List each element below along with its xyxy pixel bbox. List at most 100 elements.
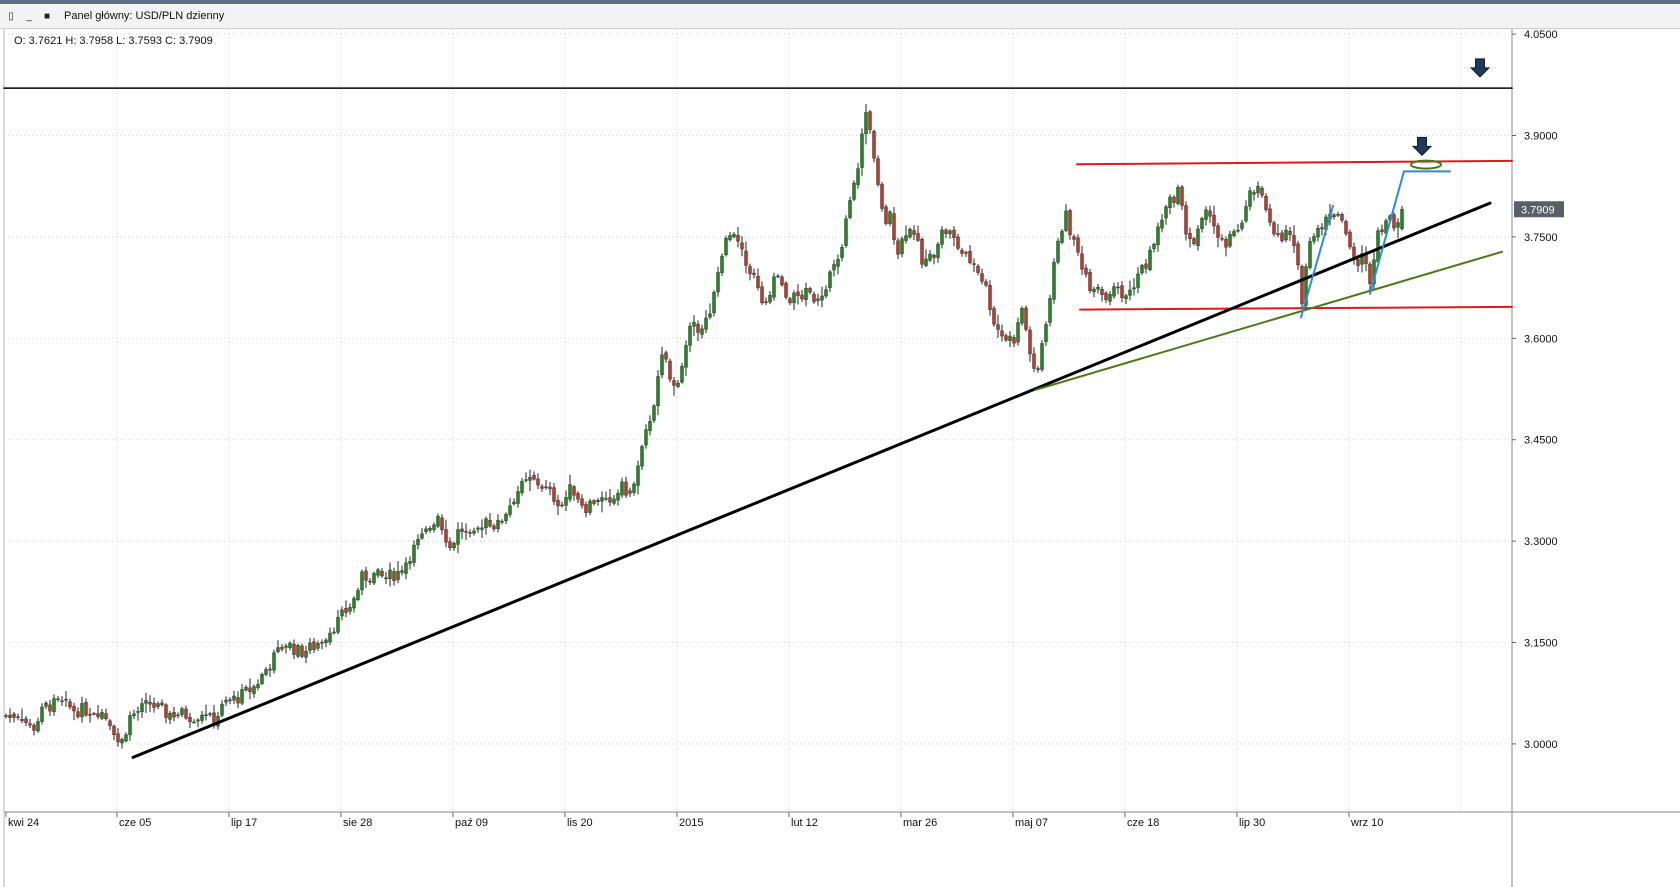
candle-body	[448, 541, 452, 549]
candle-body	[1112, 286, 1116, 297]
candle-body	[204, 714, 208, 716]
candle-body	[1188, 232, 1192, 240]
candle-body	[1308, 241, 1312, 268]
candle-body	[452, 542, 456, 549]
candle-body	[296, 645, 300, 657]
candle-body	[1064, 210, 1068, 231]
candle-body	[272, 652, 276, 671]
drag-handle-icon[interactable]: ▯	[4, 9, 18, 23]
candle-body	[152, 702, 156, 708]
candle	[1176, 184, 1180, 206]
candle-body	[616, 492, 620, 501]
candle-body	[1016, 322, 1020, 343]
candle-body	[1124, 295, 1128, 300]
candle-body	[176, 714, 180, 717]
x-tick-label: lut 12	[791, 817, 818, 829]
candle-body	[1224, 238, 1228, 248]
x-tick-label: kwi 24	[8, 817, 39, 829]
candle-body	[1344, 221, 1348, 235]
candle-body	[820, 295, 824, 301]
candle-body	[1104, 292, 1108, 301]
candle-body	[880, 183, 884, 209]
candle-body	[488, 519, 492, 527]
candle-body	[720, 255, 724, 273]
candle-body	[936, 243, 940, 258]
candle-body	[96, 713, 100, 717]
maximize-icon[interactable]: ■	[40, 9, 54, 23]
candle-body	[1152, 243, 1156, 249]
candle-body	[1228, 234, 1232, 247]
candle-body	[52, 698, 56, 713]
candle	[1300, 264, 1304, 309]
candle-body	[716, 272, 720, 293]
candle-body	[164, 704, 168, 718]
candle-body	[340, 609, 344, 617]
candle-body	[252, 686, 256, 694]
candle-body	[460, 528, 464, 532]
candle-body	[896, 240, 900, 255]
candle-body	[1380, 229, 1384, 232]
candle-body	[1020, 308, 1024, 324]
candle-body	[912, 230, 916, 235]
price-chart[interactable]: 4.0500 3.9000 3.7500 3.6000 3.4500 3.3000 3.15…	[0, 29, 1680, 887]
candle	[272, 649, 276, 674]
candle-body	[608, 497, 612, 503]
candle-body	[128, 715, 132, 736]
candle-body	[12, 713, 16, 718]
candle-body	[228, 699, 232, 701]
candle	[720, 253, 724, 276]
candle-body	[532, 475, 536, 480]
candle-body	[1400, 209, 1404, 229]
candle	[1040, 340, 1044, 373]
x-tick-label: wrz 10	[1350, 817, 1383, 829]
x-tick-label: lip 17	[231, 817, 257, 829]
candle-body	[680, 365, 684, 383]
x-axis: kwi 24 cze 05 lip 17 sie 28 paź 09 lis 20 2015…	[5, 812, 1383, 829]
candle	[652, 404, 656, 423]
candle-body	[1284, 229, 1288, 241]
candle-body	[1148, 249, 1152, 270]
candle-body	[1256, 186, 1260, 194]
candle-body	[1180, 186, 1184, 206]
candle-body	[788, 298, 792, 304]
candle	[908, 227, 912, 239]
candle-body	[280, 646, 284, 650]
candle-body	[440, 517, 444, 531]
candle	[668, 358, 672, 383]
candle-body	[1024, 307, 1028, 330]
candle-body	[1376, 230, 1380, 263]
candle-body	[328, 632, 332, 643]
candle-body	[980, 273, 984, 282]
candle-body	[348, 607, 352, 612]
candle-body	[1032, 353, 1036, 369]
candle-body	[36, 721, 40, 732]
candle-body	[928, 253, 932, 261]
candle-body	[1184, 205, 1188, 235]
candle-body	[300, 645, 304, 657]
candle-body	[1244, 206, 1248, 222]
candle-body	[1060, 231, 1064, 243]
candle	[772, 272, 776, 301]
minimize-icon[interactable]: _	[22, 9, 36, 23]
candle-body	[800, 294, 804, 300]
candle-body	[324, 639, 328, 643]
candle-body	[1316, 228, 1320, 238]
candle-body	[952, 229, 956, 238]
candle-body	[132, 713, 136, 717]
candle	[640, 444, 644, 470]
candle	[296, 643, 300, 659]
candle-body	[776, 275, 780, 278]
candle-body	[100, 712, 104, 719]
candle-body	[88, 714, 92, 716]
candle-body	[512, 501, 516, 505]
candle-body	[192, 721, 196, 724]
y-axis: 4.0500 3.9000 3.7500 3.6000 3.4500 3.3000 3.15…	[1512, 29, 1558, 751]
candle-body	[916, 233, 920, 241]
candle	[784, 281, 788, 300]
candle-body	[124, 734, 128, 742]
ohlc-readout: O: 3.7621 H: 3.7958 L: 3.7593 C: 3.7909	[14, 35, 213, 47]
candle-body	[1248, 190, 1252, 207]
candle-body	[412, 544, 416, 563]
candle	[260, 672, 264, 686]
y-tick-label: 3.6000	[1524, 333, 1558, 345]
